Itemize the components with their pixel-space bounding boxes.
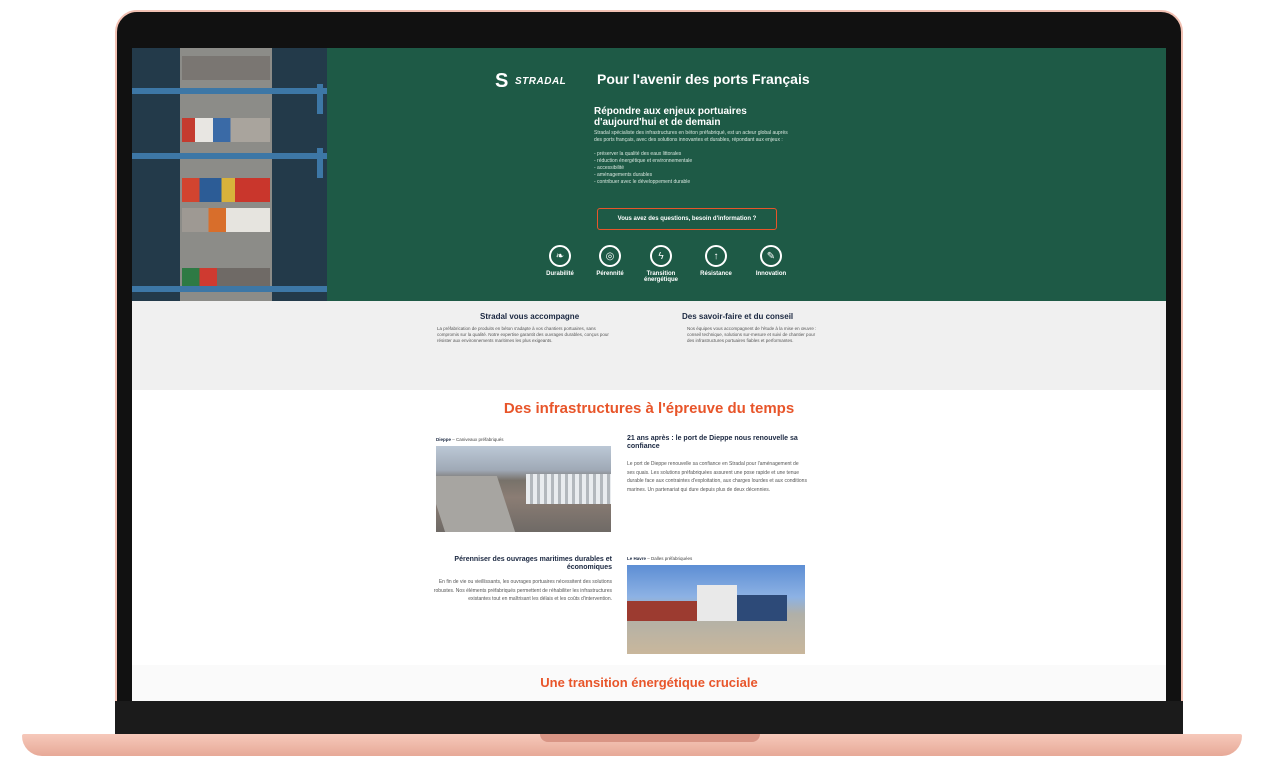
port-aerial-image — [132, 48, 327, 301]
dieppe-port-photo — [436, 446, 611, 532]
hero-subtitle: Répondre aux enjeux portuaires d'aujourd… — [594, 106, 747, 128]
list-item: - préserver la qualité des eaux littoral… — [594, 151, 682, 157]
article1-text: Le port de Dieppe renouvelle sa confianc… — [627, 461, 807, 493]
col1-text: La préfabrication de produits en béton s… — [437, 326, 609, 343]
hero-bullet-list: - préserver la qualité des eaux littoral… — [594, 151, 692, 186]
feature-durabilite[interactable]: ❧ Durabilité — [533, 245, 587, 277]
info-band: Stradal vous accompagne La préfabricatio… — [132, 301, 1166, 390]
logo-mark-icon: S — [495, 70, 509, 92]
list-item: - contribuer avec le développement durab… — [594, 179, 691, 185]
leaf-icon: ❧ — [549, 245, 571, 267]
laptop-notch — [540, 734, 760, 742]
globe-icon: ◎ — [599, 245, 621, 267]
photo1-caption: Dieppe – Caniveaux préfabriqués — [436, 437, 504, 442]
contact-cta-button[interactable]: Vous avez des questions, besoin d'inform… — [597, 208, 777, 230]
photo2-caption: Le Havre – Dalles préfabriquées — [627, 556, 693, 561]
article2-title[interactable]: Pérenniser des ouvrages maritimes durabl… — [452, 556, 612, 572]
lightning-icon: ϟ — [650, 245, 672, 267]
logo-text: STRADAL — [515, 76, 567, 87]
section-title-transition: Une transition énergétique cruciale — [540, 675, 758, 690]
article1-title[interactable]: 21 ans après : le port de Dieppe nous re… — [627, 435, 807, 451]
section-title-infrastructures: Des infrastructures à l'épreuve du temps — [503, 400, 795, 417]
shield-icon: ↑ — [705, 245, 727, 267]
article2-text: En fin de vie ou vieillissants, les ouvr… — [433, 579, 612, 602]
list-item: - accessibilité — [594, 165, 625, 171]
col1-title: Stradal vous accompagne — [480, 312, 580, 321]
stradal-logo[interactable]: S STRADAL — [495, 70, 566, 94]
feature-transition[interactable]: ϟ Transition énergétique — [634, 245, 688, 283]
col2-text: Nos équipes vous accompagnent de l'étude… — [687, 326, 817, 343]
list-item: - réduction énergétique et environnement… — [594, 158, 693, 164]
tools-icon: ✎ — [760, 245, 782, 267]
website-screen: S STRADAL Pour l'avenir des ports França… — [132, 48, 1166, 701]
hero-title: Pour l'avenir des ports Français — [597, 71, 810, 87]
feature-innovation[interactable]: ✎ Innovation — [744, 245, 798, 277]
list-item: - aménagements durables — [594, 172, 653, 178]
feature-perennite[interactable]: ◎ Pérennité — [583, 245, 637, 277]
col2-title: Des savoir-faire et du conseil — [682, 312, 794, 321]
laptop-bezel — [115, 701, 1183, 734]
feature-resistance[interactable]: ↑ Résistance — [689, 245, 743, 277]
hero-intro: Stradal spécialiste des infrastructures … — [594, 130, 788, 143]
hero-banner: S STRADAL Pour l'avenir des ports França… — [132, 48, 1166, 301]
le-havre-port-photo — [627, 565, 805, 654]
